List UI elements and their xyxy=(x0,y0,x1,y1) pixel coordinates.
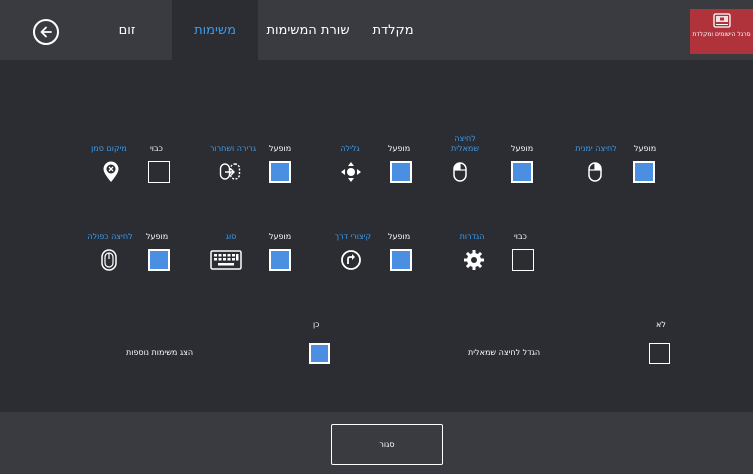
feature-label: גלילה xyxy=(340,144,360,153)
state-label: מופעל xyxy=(388,144,411,153)
tile-left-click: מופעל לחיצה שמאלית xyxy=(445,128,533,198)
state-label: מופעל xyxy=(146,232,169,241)
keyboard-icon xyxy=(209,248,243,272)
feature-label: לחיצה שמאלית xyxy=(450,134,480,153)
type-checkbox[interactable] xyxy=(269,249,291,271)
drag-drop-icon xyxy=(217,160,243,184)
tile-right-click: מופעל לחיצה ימנית xyxy=(572,128,656,198)
corner-button-label: סרגל הישומים ומקלדת xyxy=(692,31,751,38)
tile-double-click: מופעל לחיצה כפולה xyxy=(80,216,170,286)
tile-drag-drop: מופעל גרירה ושחרור xyxy=(203,128,291,198)
tab-tasks[interactable]: משימות xyxy=(172,0,258,60)
marker-position-checkbox[interactable] xyxy=(148,161,170,183)
state-label: מופעל xyxy=(634,144,657,153)
state-label: מופעל xyxy=(388,232,411,241)
feature-label: קיצורי דרך xyxy=(334,232,372,241)
more-tasks-state: כן xyxy=(313,320,320,329)
enlarge-left-click-state: לא xyxy=(656,320,666,329)
mouse-left-icon xyxy=(447,160,473,184)
shortcuts-checkbox[interactable] xyxy=(390,249,412,271)
location-pin-icon xyxy=(98,160,124,184)
feature-label: סוג xyxy=(225,232,237,241)
tile-shortcuts: מופעל קיצורי דרך xyxy=(330,216,412,286)
close-button[interactable]: סגור xyxy=(331,424,443,465)
back-button[interactable] xyxy=(33,19,59,45)
shortcut-arrow-icon xyxy=(338,248,364,272)
app-bar-keyboard-button[interactable]: סרגל הישומים ומקלדת xyxy=(690,9,753,54)
double-click-checkbox[interactable] xyxy=(148,249,170,271)
feature-label: הגדרות xyxy=(459,232,485,241)
state-label: מופעל xyxy=(511,144,534,153)
more-tasks-checkbox[interactable] xyxy=(309,343,330,364)
tile-marker-position: כבוי מיקום סמן xyxy=(80,128,170,198)
more-tasks-label: הצג משימות נוספות xyxy=(126,348,194,357)
mouse-double-icon xyxy=(96,248,122,272)
tab-keyboard[interactable]: מקלדת xyxy=(358,0,428,60)
feature-label: לחיצה ימנית xyxy=(575,144,617,153)
right-click-checkbox[interactable] xyxy=(633,161,655,183)
enlarge-left-click-checkbox[interactable] xyxy=(649,343,670,364)
settings-checkbox[interactable] xyxy=(512,249,534,271)
tile-settings: כבוי הגדרות xyxy=(455,216,535,286)
tab-taskbar[interactable]: שורת המשימות xyxy=(258,0,358,60)
scroll-checkbox[interactable] xyxy=(390,161,412,183)
tile-type: מופעל סוג xyxy=(203,216,291,286)
left-click-checkbox[interactable] xyxy=(511,161,533,183)
mouse-right-icon xyxy=(582,160,608,184)
tile-scroll: מופעל גלילה xyxy=(330,128,412,198)
state-label: מופעל xyxy=(269,232,292,241)
feature-label: מיקום סמן xyxy=(91,144,127,153)
tab-zoom[interactable]: זום xyxy=(82,0,172,60)
gear-icon xyxy=(461,248,487,272)
state-label: כבוי xyxy=(150,144,163,153)
feature-label: גרירה ושחרור xyxy=(209,144,257,153)
scroll-arrows-icon xyxy=(338,160,364,184)
state-label: כבוי xyxy=(514,232,527,241)
enlarge-left-click-label: הגדל לחיצה שמאלית xyxy=(468,348,541,357)
arrow-left-icon xyxy=(40,26,52,38)
feature-label: לחיצה כפולה xyxy=(87,232,133,241)
window-icon xyxy=(712,13,731,28)
state-label: מופעל xyxy=(269,144,292,153)
footer-bar: סגור xyxy=(0,412,753,474)
drag-drop-checkbox[interactable] xyxy=(269,161,291,183)
top-bar: זום משימות שורת המשימות מקלדת סרגל הישומ… xyxy=(0,0,753,60)
task-settings-screen: זום משימות שורת המשימות מקלדת סרגל הישומ… xyxy=(0,0,753,474)
